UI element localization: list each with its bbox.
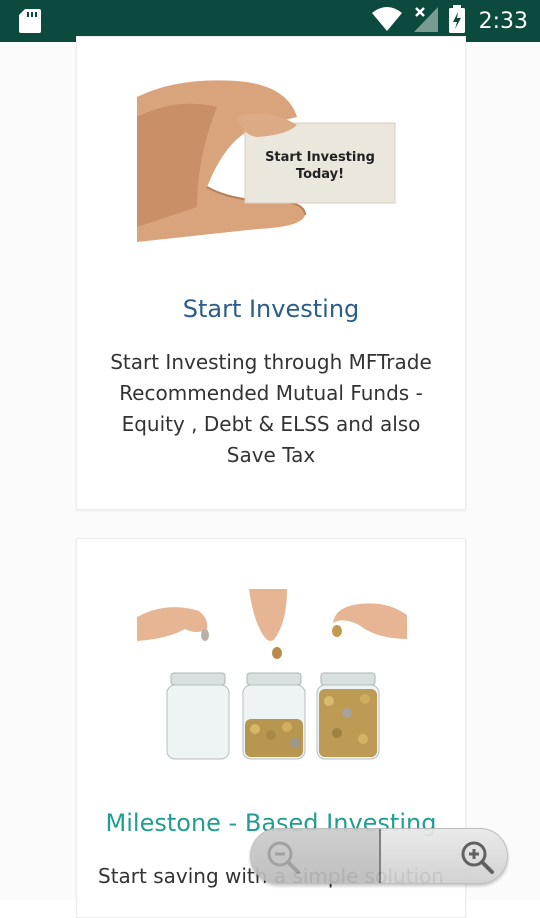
- card-title[interactable]: Start Investing: [77, 295, 465, 323]
- card-description: Start Investing through MFTrade Recommen…: [110, 350, 432, 467]
- start-investing-card[interactable]: Start Investing Today! Start Investing S…: [76, 36, 466, 510]
- zoom-out-button[interactable]: [251, 829, 379, 883]
- svg-text:Today!: Today!: [296, 167, 344, 182]
- hand-holding-card-image: Start Investing Today!: [137, 77, 407, 247]
- zoom-in-button[interactable]: [381, 829, 507, 883]
- coins-jars-image: [137, 589, 407, 769]
- status-time: 2:33: [478, 8, 528, 34]
- zoom-out-icon: [267, 841, 300, 874]
- content-page[interactable]: Start Investing Today! Start Investing S…: [0, 36, 540, 918]
- svg-text:Start Investing: Start Investing: [265, 150, 375, 165]
- battery-charging-icon: [448, 5, 465, 37]
- wifi-icon: [371, 6, 403, 36]
- no-signal-icon: [413, 5, 439, 37]
- zoom-control: [250, 828, 508, 884]
- zoom-in-icon: [461, 841, 494, 874]
- sd-card-icon: [18, 8, 42, 34]
